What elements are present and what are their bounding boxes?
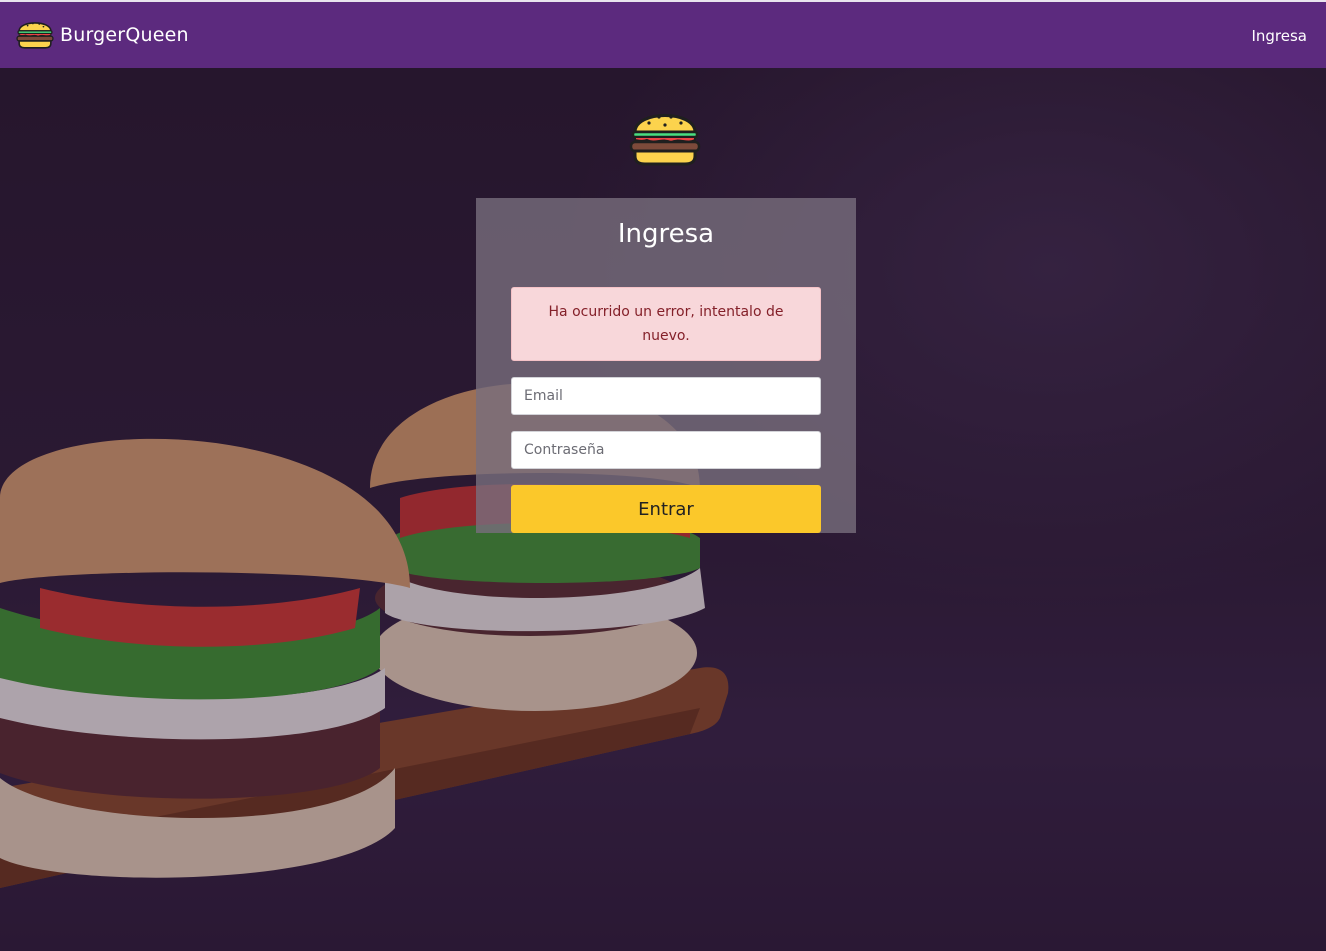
password-field[interactable] — [511, 431, 821, 469]
burger-icon — [629, 106, 701, 170]
error-alert: Ha ocurrido un error, intentalo de nuevo… — [511, 287, 821, 361]
submit-button[interactable]: Entrar — [511, 485, 821, 533]
login-title: Ingresa — [617, 219, 715, 249]
navbar: BurgerQueen Ingresa — [0, 2, 1326, 68]
email-field[interactable] — [511, 377, 821, 415]
brand-name: BurgerQueen — [60, 24, 189, 46]
brand-link[interactable]: BurgerQueen — [16, 17, 189, 53]
login-card: Ingresa Ha ocurrido un error, intentalo … — [476, 198, 856, 533]
burger-icon — [16, 17, 54, 53]
nav-login-link[interactable]: Ingresa — [1251, 27, 1307, 45]
